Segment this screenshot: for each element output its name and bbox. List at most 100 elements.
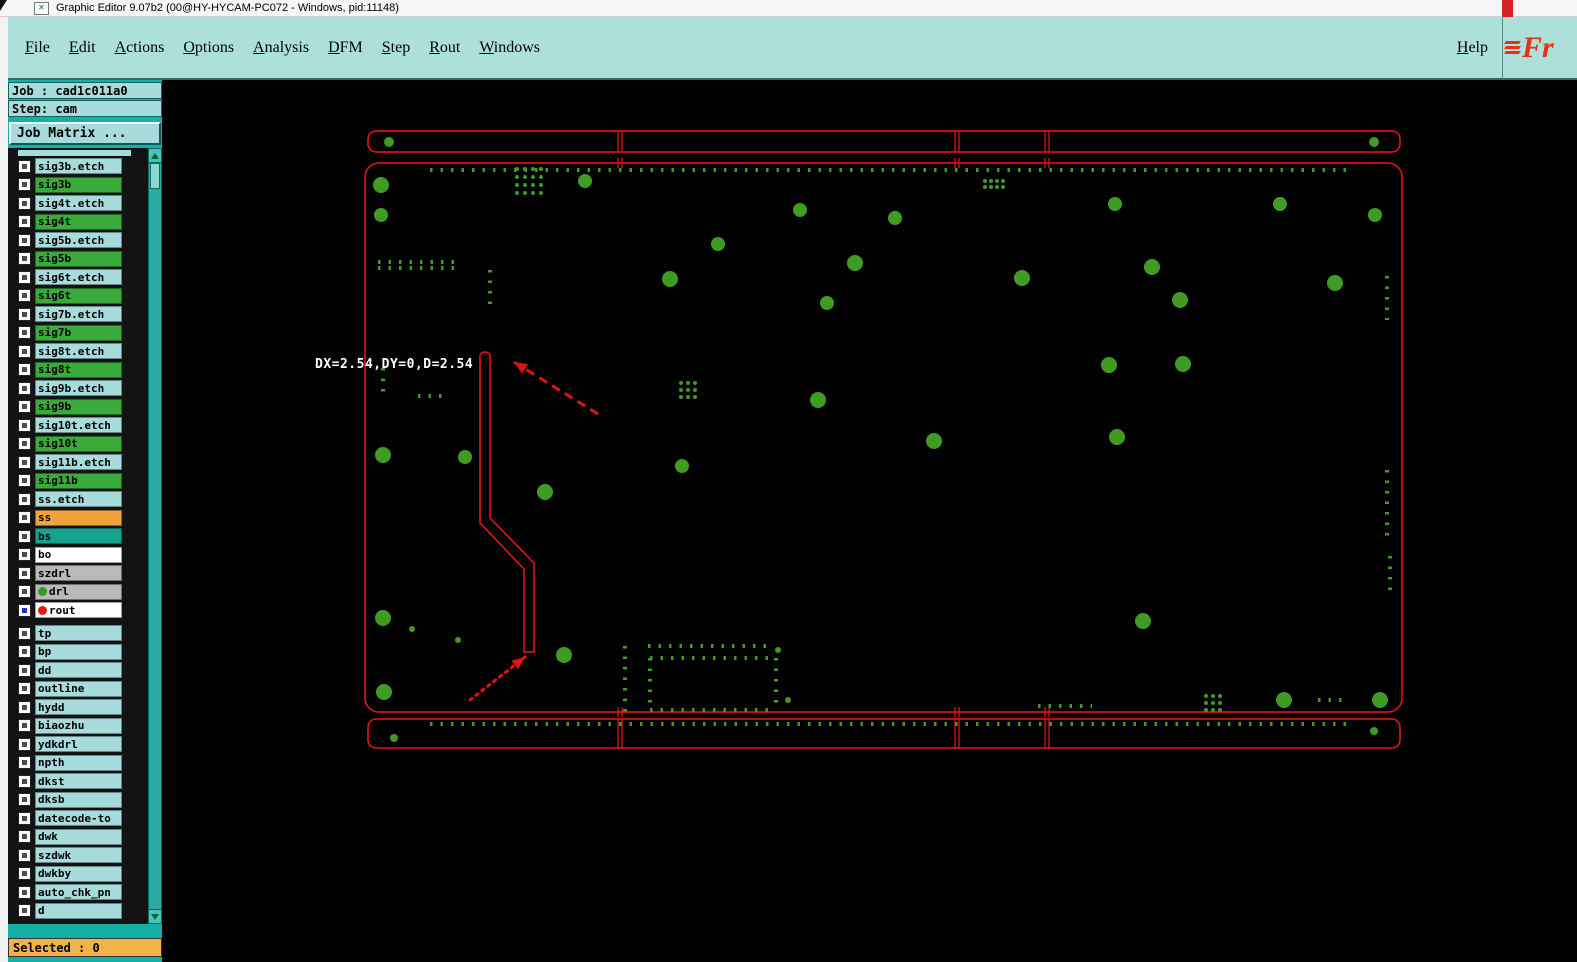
menu-actions[interactable]: Actions	[115, 39, 165, 57]
layer-checkbox[interactable]	[18, 178, 31, 191]
layer-checkbox[interactable]	[18, 700, 31, 714]
layer-name[interactable]: d	[35, 902, 122, 919]
layer-name[interactable]: sig9b.etch	[35, 380, 122, 396]
layer-name[interactable]: sig7b.etch	[35, 306, 122, 322]
menu-step[interactable]: Step	[382, 39, 410, 57]
menu-help[interactable]: Help	[1457, 39, 1488, 57]
scroll-down-icon[interactable]	[149, 909, 161, 923]
layer-name[interactable]: dwkby	[35, 865, 122, 882]
layer-name[interactable]: sig6t	[35, 287, 122, 304]
menu-file[interactable]: File	[25, 39, 50, 57]
layer-row-bo[interactable]: bo	[8, 546, 148, 563]
layer-checkbox[interactable]	[18, 363, 31, 376]
layer-row-dwk[interactable]: dwk	[8, 828, 148, 845]
layer-row-szdrl[interactable]: szdrl	[8, 565, 148, 581]
layer-name[interactable]: dd	[35, 662, 122, 678]
layer-row-bs[interactable]: bs	[8, 528, 148, 544]
layer-name[interactable]: sig5b	[35, 250, 122, 267]
layer-row-sig5b.etch[interactable]: sig5b.etch	[8, 232, 148, 248]
layer-name[interactable]: datecode-to	[35, 810, 122, 826]
layer-name[interactable]: bp	[35, 643, 122, 660]
layer-row-sig7b.etch[interactable]: sig7b.etch	[8, 306, 148, 322]
layer-checkbox[interactable]	[18, 830, 31, 843]
layer-name[interactable]: sig8t	[35, 361, 122, 378]
menu-windows[interactable]: Windows	[479, 39, 540, 57]
layer-checkbox[interactable]	[18, 774, 31, 788]
layer-checkbox[interactable]	[18, 252, 31, 265]
layer-checkbox[interactable]	[18, 682, 31, 695]
layer-row-sig4t.etch[interactable]: sig4t.etch	[8, 195, 148, 211]
layer-row-dwkby[interactable]: dwkby	[8, 865, 148, 882]
layer-name[interactable]: dksb	[35, 791, 122, 808]
layer-checkbox[interactable]	[18, 455, 31, 469]
layer-checkbox[interactable]	[18, 159, 31, 173]
layer-name[interactable]: outline	[35, 680, 122, 697]
layer-name[interactable]: sig10t	[35, 435, 122, 452]
layer-checkbox[interactable]	[18, 437, 31, 450]
layer-checkbox[interactable]	[18, 904, 31, 917]
layer-row-outline[interactable]: outline	[8, 680, 148, 697]
layer-row-ss.etch[interactable]: ss.etch	[8, 491, 148, 507]
layer-row-sig7b[interactable]: sig7b	[8, 324, 148, 341]
scroll-up-icon[interactable]	[149, 149, 161, 163]
menu-analysis[interactable]: Analysis	[253, 39, 309, 57]
layer-name[interactable]: bs	[35, 528, 122, 544]
layer-checkbox[interactable]	[18, 529, 31, 543]
menu-dfm[interactable]: DFM	[328, 39, 363, 57]
layer-row-npth[interactable]: npth	[8, 754, 148, 771]
layer-row-sig9b[interactable]: sig9b	[8, 398, 148, 415]
layer-checkbox[interactable]	[18, 289, 31, 302]
layer-row-rout[interactable]: rout	[8, 602, 148, 618]
layer-row-sig3b.etch[interactable]: sig3b.etch	[8, 158, 148, 174]
layer-name[interactable]: biaozhu	[35, 717, 122, 734]
layer-row-dd[interactable]: dd	[8, 662, 148, 678]
rout-profile[interactable]	[479, 351, 535, 653]
layer-name[interactable]: rout	[35, 602, 122, 618]
layer-checkbox[interactable]	[18, 511, 31, 524]
layer-checkbox[interactable]	[18, 233, 31, 247]
layer-name[interactable]: szdrl	[35, 565, 122, 581]
layer-checkbox[interactable]	[18, 381, 31, 395]
board-outlines[interactable]	[364, 130, 1403, 749]
layer-name[interactable]: sig3b	[35, 176, 122, 193]
layer-handle[interactable]	[125, 607, 130, 613]
layer-checkbox[interactable]	[18, 848, 31, 862]
pcb-canvas[interactable]: DX=2.54,DY=0,D=2.54	[162, 80, 1577, 962]
scrollbar-thumb[interactable]	[150, 163, 160, 189]
layer-name[interactable]: sig4t	[35, 213, 122, 230]
layer-name[interactable]: sig9b	[35, 398, 122, 415]
layer-name[interactable]: drl	[35, 583, 122, 600]
layer-row-ss[interactable]: ss	[8, 509, 148, 526]
layer-row-hydd[interactable]: hydd	[8, 699, 148, 715]
layer-checkbox[interactable]	[18, 270, 31, 284]
layer-checkbox[interactable]	[18, 645, 31, 658]
layer-checkbox[interactable]	[18, 326, 31, 339]
layer-list-scrollbar[interactable]	[148, 148, 162, 924]
layer-checkbox[interactable]	[18, 793, 31, 806]
layer-row-d[interactable]: d	[8, 902, 148, 919]
layer-row-bp[interactable]: bp	[8, 643, 148, 660]
layer-checkbox[interactable]	[18, 885, 31, 899]
layer-checkbox[interactable]	[18, 492, 31, 506]
layer-checkbox[interactable]	[18, 603, 31, 617]
pcb-svg[interactable]	[162, 80, 1577, 962]
layer-row-sig6t.etch[interactable]: sig6t.etch	[8, 269, 148, 285]
layer-name[interactable]: szdwk	[35, 847, 122, 863]
layer-name[interactable]: dkst	[35, 773, 122, 789]
layer-name[interactable]: bo	[35, 546, 122, 563]
layer-name[interactable]: ydkdrl	[35, 736, 122, 752]
layer-checkbox[interactable]	[18, 585, 31, 598]
layer-row-auto_chk_pn[interactable]: auto_chk_pn	[8, 884, 148, 900]
layer-name[interactable]: npth	[35, 754, 122, 771]
layer-name[interactable]: ss.etch	[35, 491, 122, 507]
layer-checkbox[interactable]	[18, 418, 31, 432]
layer-checkbox[interactable]	[18, 663, 31, 677]
layer-row-datecode-to[interactable]: datecode-to	[8, 810, 148, 826]
layer-row-sig6t[interactable]: sig6t	[8, 287, 148, 304]
layer-name[interactable]: sig3b.etch	[35, 158, 122, 174]
layer-row-dksb[interactable]: dksb	[8, 791, 148, 808]
layer-checkbox[interactable]	[18, 719, 31, 732]
layer-row-sig5b[interactable]: sig5b	[8, 250, 148, 267]
layer-name[interactable]: hydd	[35, 699, 122, 715]
layer-row-ydkdrl[interactable]: ydkdrl	[8, 736, 148, 752]
